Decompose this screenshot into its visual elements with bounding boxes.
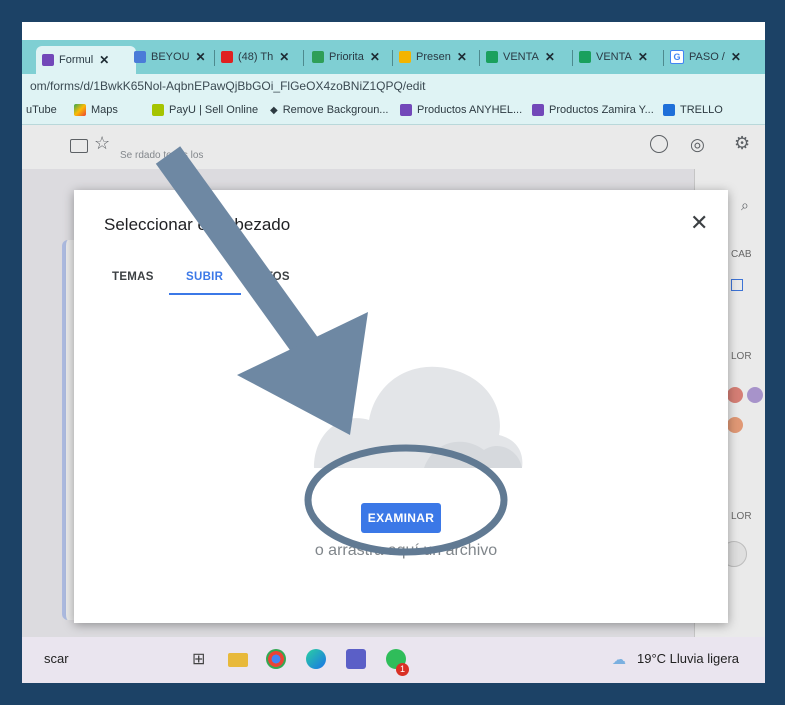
close-tab-icon[interactable]: ✕ [279, 50, 289, 64]
diamond-icon: ◆ [270, 104, 278, 116]
close-tab-icon[interactable]: ✕ [731, 50, 741, 64]
chrome-icon[interactable] [266, 649, 286, 669]
tab-presentacion[interactable]: Presen ✕ [399, 44, 475, 70]
tab-youtube[interactable]: (48) Th ✕ [221, 44, 299, 70]
bookmark-trello[interactable]: TRELLO [663, 104, 723, 116]
close-tab-icon[interactable]: ✕ [196, 50, 206, 64]
payu-icon [152, 104, 164, 116]
bookmark-productos-anyhel[interactable]: Productos ANYHEL... [400, 104, 522, 116]
address-bar[interactable]: om/forms/d/1BwkK65Nol-AqbnEPawQjBbGOi_Fl… [22, 74, 765, 98]
close-tab-icon[interactable]: ✕ [99, 53, 109, 67]
youtube-icon [221, 51, 233, 63]
examinar-button[interactable]: EXAMINAR [361, 503, 441, 533]
close-tab-icon[interactable]: ✕ [370, 50, 380, 64]
forms-icon [532, 104, 544, 116]
tab-formularios[interactable]: Formul ✕ [36, 46, 136, 74]
file-explorer-icon[interactable] [228, 653, 248, 667]
maps-icon [74, 104, 86, 116]
bookmark-payu[interactable]: PayU | Sell Online [152, 104, 258, 116]
close-tab-icon[interactable]: ✕ [457, 50, 467, 64]
tab-temas[interactable]: TEMAS [112, 271, 154, 283]
weather-status: 19°C Lluvia ligera [637, 651, 740, 666]
tab-ventas-1[interactable]: VENTA ✕ [486, 44, 568, 70]
calendar-icon [134, 51, 146, 63]
screenshot-frame: Formul ✕ BEYOU ✕ (48) Th ✕ Priorita ✕ Pr… [22, 22, 765, 683]
edge-icon[interactable] [306, 649, 326, 669]
drag-drop-hint: o arrastra aquí un archivo [314, 542, 498, 559]
weather-icon: ☁ [612, 651, 626, 667]
notification-badge: 1 [396, 663, 409, 676]
bookmark-productos-zamira[interactable]: Productos Zamira Y... [532, 104, 654, 116]
google-icon: G [670, 50, 684, 64]
tab-beyou[interactable]: BEYOU ✕ [134, 44, 210, 70]
slides-icon [399, 51, 411, 63]
close-tab-icon[interactable]: ✕ [545, 50, 555, 64]
tab-fotos[interactable]: FOTOS [249, 271, 290, 283]
select-header-dialog: Seleccionar encabezado ✕ TEMAS SUBIR FOT… [74, 190, 728, 623]
bookmarks-bar: uTube Maps PayU | Sell Online ◆ Remove Ba… [22, 98, 765, 125]
bookmark-youtube[interactable]: uTube [26, 104, 57, 116]
trello-icon [663, 104, 675, 116]
bookmark-maps[interactable]: Maps [74, 104, 118, 116]
close-tab-icon[interactable]: ✕ [638, 50, 648, 64]
forms-editor-page: ☆ Se rdado todos los ◎ ⚙ ⌕ CAB LOR LOR S… [22, 125, 765, 637]
close-icon[interactable]: ✕ [690, 210, 708, 236]
browser-tab-strip: Formul ✕ BEYOU ✕ (48) Th ✕ Priorita ✕ Pr… [22, 40, 765, 74]
dialog-title: Seleccionar encabezado [104, 215, 291, 234]
url-text[interactable]: om/forms/d/1BwkK65Nol-AqbnEPawQjBbGOi_Fl… [30, 79, 425, 93]
drive-icon [312, 51, 324, 63]
tab-prioritarios[interactable]: Priorita ✕ [312, 44, 388, 70]
windows-taskbar: scar ⊞ 1 ☁ 19°C Lluvia ligera [22, 637, 765, 683]
tab-ventas-2[interactable]: VENTA ✕ [579, 44, 659, 70]
app-icon[interactable] [346, 649, 366, 669]
task-view-icon[interactable]: ⊞ [192, 649, 212, 669]
cloud-upload-illustration [314, 366, 523, 468]
forms-icon [400, 104, 412, 116]
forms-icon [42, 54, 54, 66]
tab-subir[interactable]: SUBIR [186, 271, 223, 283]
sheets-icon [579, 51, 591, 63]
bookmark-remove-background[interactable]: ◆ Remove Backgroun... [270, 104, 388, 116]
active-tab-indicator [169, 293, 241, 295]
tab-paso[interactable]: G PASO / ✕ [670, 44, 750, 70]
taskbar-search[interactable]: scar [44, 651, 69, 666]
sheets-icon [486, 51, 498, 63]
